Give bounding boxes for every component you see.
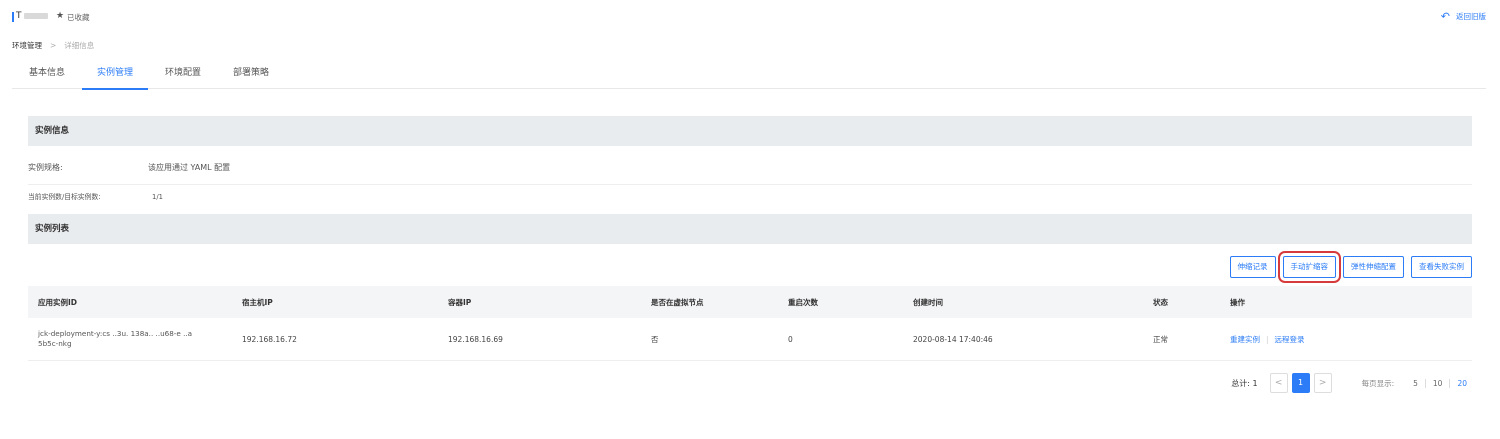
tab-deploy-strategy[interactable]: 部署策略 <box>233 62 269 89</box>
instance-count-key: 当前实例数/目标实例数: <box>28 193 101 201</box>
instance-id-line1: jck-deployment-y:cs ..3u. 138a.. ..u68-e… <box>38 329 193 338</box>
back-arrow-icon: ↶ <box>1440 9 1450 23</box>
back-to-old-version[interactable]: ↶ 返回旧版 <box>1441 11 1486 22</box>
table-row: jck-deployment-y:cs ..3u. 138a.. ..u68-e… <box>28 318 1472 361</box>
instance-spec-value: 该应用通过 YAML 配置 <box>148 163 231 172</box>
auto-scale-config-button[interactable]: 弹性伸缩配置 <box>1343 256 1404 278</box>
per-page-option-20[interactable]: 20 <box>1449 378 1474 388</box>
instance-id-line2: 5b5c-nkg <box>38 339 72 348</box>
rebuild-instance-link[interactable]: 重建实例 <box>1230 334 1260 345</box>
instance-count-value: 1/1 <box>152 193 163 201</box>
next-page-button[interactable]: > <box>1313 373 1332 393</box>
breadcrumb-root[interactable]: 环境管理 <box>12 40 42 51</box>
col-created-time: 创建时间 <box>913 297 943 307</box>
tab-environment-config[interactable]: 环境配置 <box>165 62 201 89</box>
total-count: 总计: 1 <box>1231 378 1258 388</box>
per-page-option-5[interactable]: 5 <box>1406 379 1425 388</box>
instance-spec-key: 实例规格: <box>28 163 63 172</box>
remote-login-link[interactable]: 远程登录 <box>1275 334 1305 345</box>
col-status: 状态 <box>1153 297 1168 307</box>
instance-id-cell: jck-deployment-y:cs ..3u. 138a.. ..u68-e… <box>38 318 228 360</box>
back-label[interactable]: 返回旧版 <box>1456 11 1486 22</box>
col-actions: 操作 <box>1230 297 1245 307</box>
host-ip-cell: 192.168.16.72 <box>242 334 297 344</box>
app-name-text: T <box>16 11 22 21</box>
favorite-label[interactable]: 已收藏 <box>67 12 90 23</box>
pagination: 总计: 1 < 1 > 每页显示: 5 10 20 <box>1231 373 1474 393</box>
top-bar: T ★ 已收藏 ↶ 返回旧版 <box>0 0 1500 34</box>
per-page-option-10[interactable]: 10 <box>1424 378 1450 388</box>
manual-scale-button[interactable]: 手动扩缩容 <box>1277 251 1341 283</box>
restarts-cell: 0 <box>788 334 793 344</box>
container-ip-cell: 192.168.16.69 <box>448 334 503 344</box>
app-name-redaction <box>23 12 48 19</box>
instance-table: 应用实例ID 宿主机IP 容器IP 是否在虚拟节点 重启次数 创建时间 状态 操… <box>28 286 1472 361</box>
instance-info-header: 实例信息 <box>28 116 1472 146</box>
scale-log-button[interactable]: 伸缩记录 <box>1229 256 1276 278</box>
instance-list-header: 实例列表 <box>28 214 1472 244</box>
tab-bar: 基本信息 实例管理 环境配置 部署策略 <box>12 62 1486 90</box>
col-host-ip: 宿主机IP <box>242 297 273 307</box>
breadcrumb-separator-icon: > <box>50 41 57 50</box>
created-time-cell: 2020-08-14 17:40:46 <box>913 334 993 344</box>
instance-count-row: 当前实例数/目标实例数: 1/1 <box>28 186 1472 208</box>
failed-instances-button[interactable]: 查看失败实例 <box>1411 256 1472 278</box>
page-1-button[interactable]: 1 <box>1291 373 1310 393</box>
actions-cell: 重建实例 | 远程登录 <box>1230 318 1305 360</box>
col-container-ip: 容器IP <box>448 297 472 307</box>
action-separator: | <box>1266 334 1269 344</box>
star-icon[interactable]: ★ <box>56 11 64 21</box>
table-header: 应用实例ID 宿主机IP 容器IP 是否在虚拟节点 重启次数 创建时间 状态 操… <box>28 286 1472 318</box>
instance-spec-row: 实例规格: 该应用通过 YAML 配置 <box>28 151 1472 185</box>
per-page-label: 每页显示: <box>1361 378 1395 388</box>
col-restarts: 重启次数 <box>788 297 818 307</box>
col-virtual-node: 是否在虚拟节点 <box>651 297 704 307</box>
breadcrumb: 环境管理 > 详细信息 <box>12 40 94 51</box>
tab-instance-management[interactable]: 实例管理 <box>82 62 149 90</box>
prev-page-button[interactable]: < <box>1269 373 1288 393</box>
col-instance-id: 应用实例ID <box>38 297 78 307</box>
status-cell: 正常 <box>1153 334 1168 344</box>
breadcrumb-current: 详细信息 <box>64 41 95 50</box>
instance-actions: 伸缩记录 手动扩缩容 弹性伸缩配置 查看失败实例 <box>1229 251 1472 283</box>
app-accent-bar <box>12 12 14 22</box>
virtual-node-cell: 否 <box>651 334 659 344</box>
tab-basic-info[interactable]: 基本信息 <box>29 62 65 89</box>
app-name: T <box>16 11 48 21</box>
